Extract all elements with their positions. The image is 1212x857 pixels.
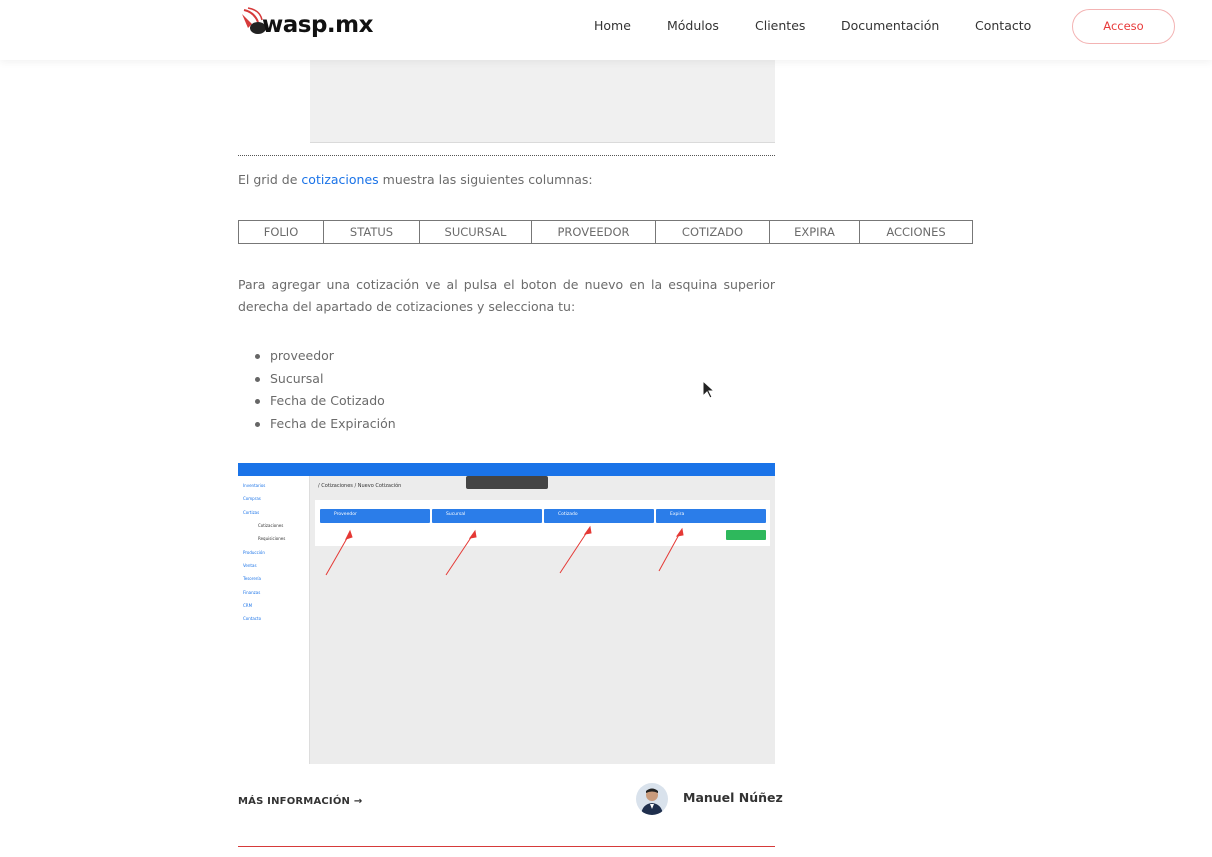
author-avatar[interactable] (636, 783, 668, 815)
nav-documentacion[interactable]: Documentación (841, 18, 939, 33)
login-button[interactable]: Acceso (1072, 9, 1175, 44)
column-sucursal: SUCURSAL (420, 221, 532, 243)
list-item: Fecha de Cotizado (255, 390, 396, 413)
list-item: Sucursal (255, 368, 396, 391)
fields-list: proveedor Sucursal Fecha de Cotizado Fec… (255, 345, 396, 436)
site-header: wasp.mx Home Módulos Clientes Documentac… (0, 0, 1212, 60)
more-info-link[interactable]: MÁS INFORMACIÓN → (238, 796, 362, 807)
instructions-paragraph: Para agregar una cotización ve al pulsa … (238, 277, 775, 314)
list-item: proveedor (255, 345, 396, 368)
list-item: Fecha de Expiración (255, 413, 396, 436)
nav-contacto[interactable]: Contacto (975, 18, 1031, 33)
intro-prefix: El grid de (238, 172, 298, 187)
annotation-arrows (325, 525, 684, 576)
column-acciones: ACCIONES (886, 225, 946, 239)
columns-table: FOLIO STATUS SUCURSAL PROVEEDOR COTIZADO… (238, 220, 973, 244)
column-folio: FOLIO (239, 221, 324, 243)
footer-divider (238, 846, 775, 847)
intro-suffix: muestra las siguientes columnas: (382, 172, 593, 187)
arrow-right-icon: → (353, 796, 363, 807)
nav-home[interactable]: Home (594, 18, 631, 33)
more-info-label: MÁS INFORMACIÓN (238, 796, 351, 807)
column-cotizado: COTIZADO (656, 221, 770, 243)
nav-modulos[interactable]: Módulos (667, 18, 719, 33)
divider (238, 155, 775, 156)
mouse-cursor-icon (702, 380, 715, 399)
author-name[interactable]: Manuel Núñez (683, 790, 783, 805)
intro-paragraph: El grid de cotizaciones muestra las sigu… (238, 172, 593, 187)
cotizaciones-link[interactable]: cotizaciones (301, 172, 378, 187)
logo-text[interactable]: wasp.mx (262, 12, 373, 38)
column-status: STATUS (324, 221, 420, 243)
screenshot-image-top (310, 60, 775, 143)
nav-clientes[interactable]: Clientes (755, 18, 805, 33)
column-expira: EXPIRA (770, 221, 860, 243)
nueva-cotizacion-screenshot: Inventarios Compras Cortizas Cotizacione… (238, 463, 775, 764)
column-proveedor: PROVEEDOR (532, 221, 656, 243)
